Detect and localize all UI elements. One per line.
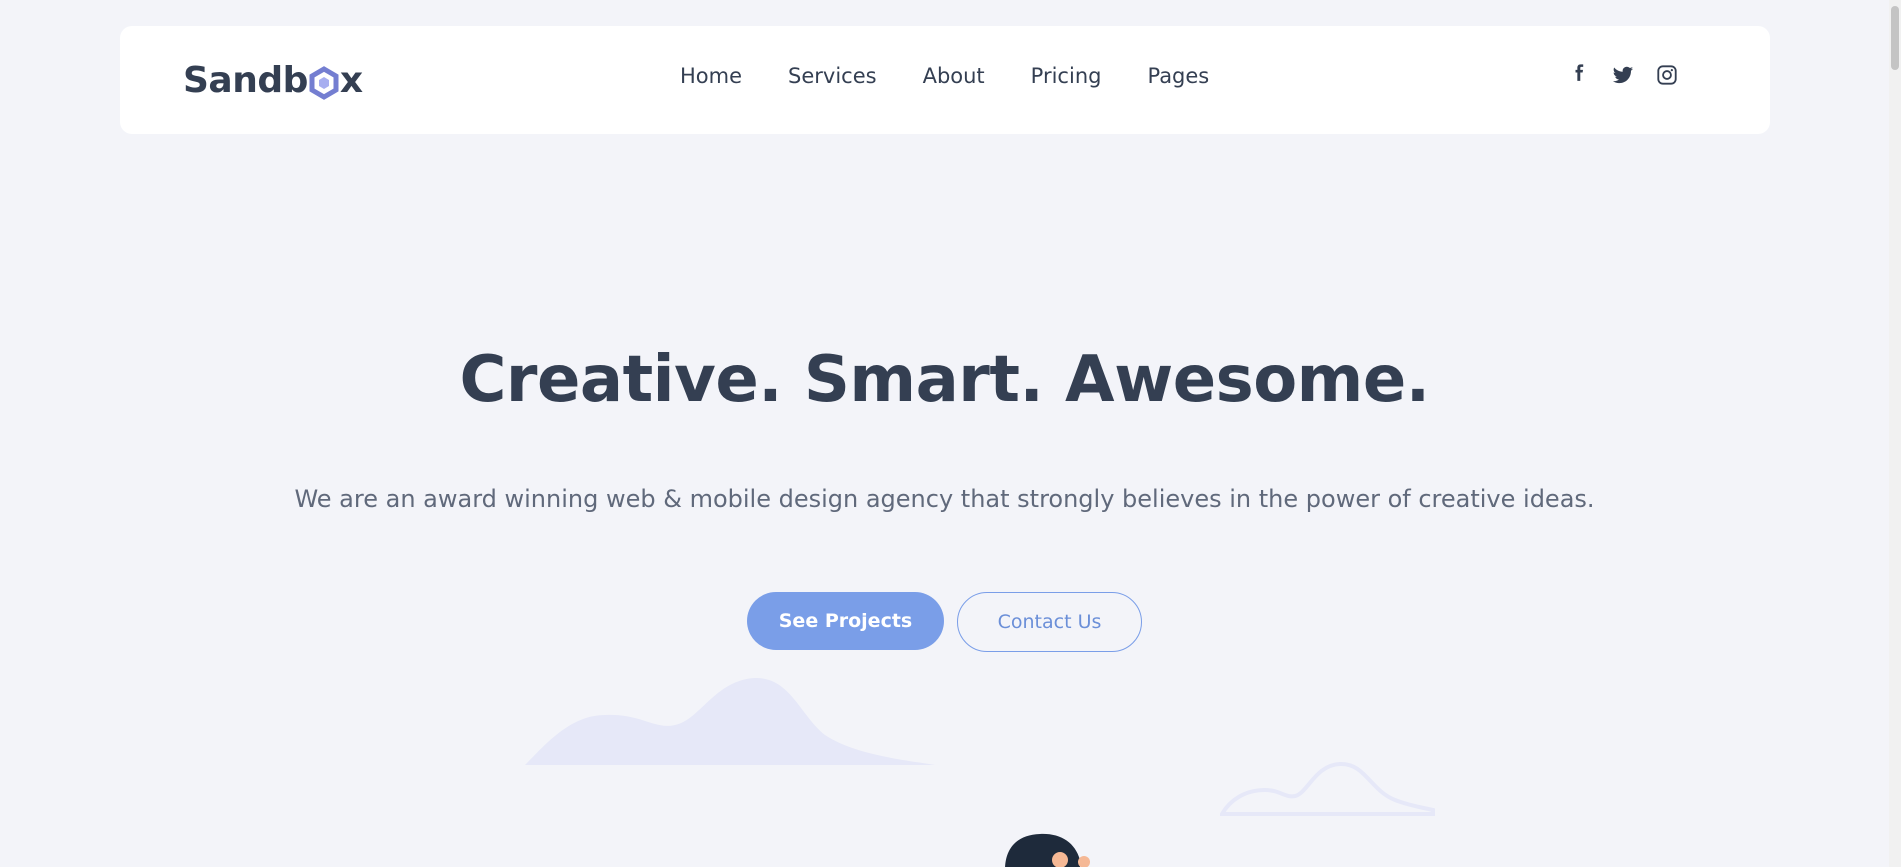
hero-subtitle: We are an award winning web & mobile des… (294, 485, 1595, 513)
cloud-outline-illustration (1220, 761, 1435, 816)
brand-name-start: Sandb (183, 59, 308, 101)
cloud-illustration (525, 677, 935, 765)
hexagon-logo-icon (309, 66, 339, 100)
see-projects-button[interactable]: See Projects (747, 592, 944, 650)
main-nav: Home Services About Pricing Pages (680, 64, 1209, 88)
instagram-icon[interactable] (1656, 64, 1678, 86)
social-links (1568, 64, 1678, 86)
scrollbar-thumb[interactable] (1891, 6, 1899, 70)
contact-us-button[interactable]: Contact Us (957, 592, 1142, 652)
navbar: Sandb x Home Services About Pricing Page… (120, 26, 1770, 134)
brand-name-end: x (339, 59, 363, 101)
nav-link-services[interactable]: Services (788, 64, 877, 88)
person-illustration (1005, 833, 1090, 867)
nav-link-home[interactable]: Home (680, 64, 742, 88)
twitter-icon[interactable] (1612, 64, 1634, 86)
brand-logo[interactable]: Sandb x (183, 56, 363, 104)
nav-link-pricing[interactable]: Pricing (1031, 64, 1102, 88)
page-scrollbar[interactable] (1889, 0, 1901, 867)
facebook-icon[interactable] (1568, 64, 1590, 86)
nav-link-about[interactable]: About (923, 64, 985, 88)
hero-title: Creative. Smart. Awesome. (459, 343, 1430, 417)
nav-link-pages[interactable]: Pages (1147, 64, 1209, 88)
